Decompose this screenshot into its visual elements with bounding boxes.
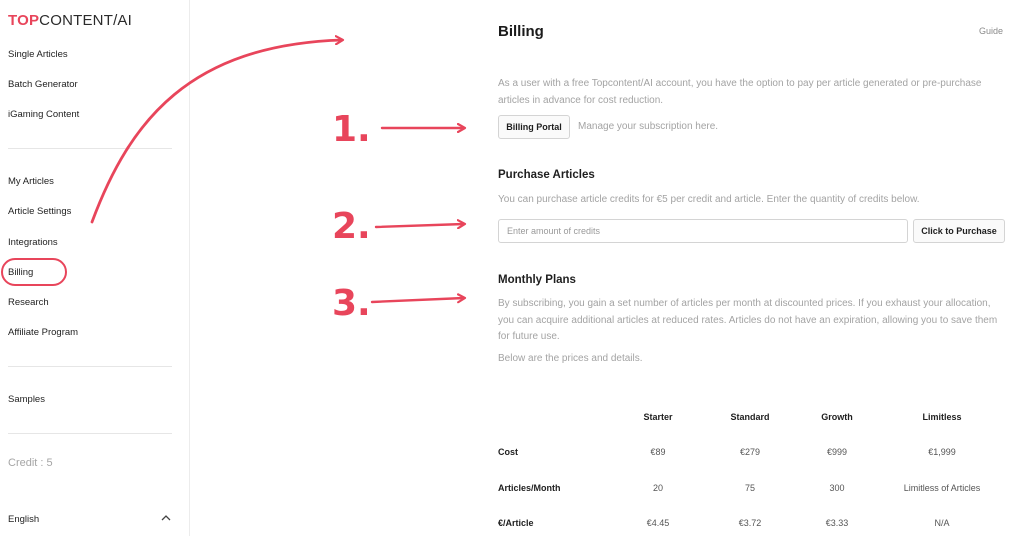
sidebar-item-my-articles[interactable]: My Articles — [8, 176, 54, 187]
sidebar-item-article-settings[interactable]: Article Settings — [8, 206, 71, 217]
sidebar-divider — [8, 366, 172, 367]
purchase-articles-title: Purchase Articles — [498, 169, 595, 181]
monthly-plans-title: Monthly Plans — [498, 274, 576, 286]
table-cell: €279 — [739, 447, 761, 457]
page-title: Billing — [498, 23, 544, 40]
sidebar-item-samples[interactable]: Samples — [8, 394, 45, 405]
table-cell: €3.33 — [825, 518, 849, 528]
arrow-step-3 — [370, 298, 464, 302]
sidebar-item-integrations[interactable]: Integrations — [8, 237, 58, 248]
billing-portal-hint: Manage your subscription here. — [578, 121, 719, 132]
plan-header-standard: Standard — [730, 412, 770, 422]
step-number-3: 3. — [332, 283, 371, 324]
table-cell: Limitless of Articles — [903, 483, 981, 493]
guide-link[interactable]: Guide — [979, 26, 1003, 36]
plan-header-growth: Growth — [821, 412, 853, 422]
purchase-articles-description: You can purchase article credits for €5 … — [498, 194, 920, 205]
table-cell: N/A — [934, 518, 950, 528]
table-cell: €4.45 — [646, 518, 670, 528]
plan-header-starter: Starter — [643, 412, 673, 422]
table-cell: €3.72 — [738, 518, 762, 528]
sidebar-divider — [8, 433, 172, 434]
credit-balance: Credit : 5 — [8, 457, 53, 469]
brand-logo[interactable]: TOPCONTENT/AI — [8, 12, 132, 29]
table-cell: €89 — [650, 447, 666, 457]
table-cell: €999 — [826, 447, 848, 457]
table-row-label: Articles/Month — [498, 483, 561, 493]
table-cell: €1,999 — [928, 447, 956, 457]
step-number-1: 1. — [332, 109, 371, 150]
sidebar-item-igaming-content[interactable]: iGaming Content — [8, 109, 79, 120]
chevron-up-icon[interactable] — [160, 512, 172, 524]
billing-intro-text: As a user with a free Topcontent/AI acco… — [498, 78, 982, 106]
table-row-label: €/Article — [498, 518, 534, 528]
sidebar-item-affiliate-program[interactable]: Affiliate Program — [8, 327, 78, 338]
monthly-plans-description: By subscribing, you gain a set number of… — [498, 298, 998, 342]
table-row-label: Cost — [498, 447, 518, 457]
step-number-2: 2. — [332, 206, 371, 247]
language-selector[interactable]: English — [8, 514, 39, 525]
table-cell: 75 — [744, 483, 755, 493]
plan-header-limitless: Limitless — [922, 412, 962, 422]
credits-amount-input[interactable] — [498, 219, 908, 243]
table-cell: 300 — [829, 483, 845, 493]
arrow-step-2 — [374, 224, 464, 227]
monthly-plans-note: Below are the prices and details. — [498, 353, 643, 364]
sidebar-item-single-articles[interactable]: Single Articles — [8, 49, 68, 60]
sidebar-item-research[interactable]: Research — [8, 297, 49, 308]
table-cell: 20 — [652, 483, 663, 493]
billing-highlight-circle — [1, 258, 67, 286]
sidebar-item-batch-generator[interactable]: Batch Generator — [8, 79, 78, 90]
sidebar-divider — [8, 148, 172, 149]
billing-portal-button[interactable]: Billing Portal — [498, 115, 570, 139]
logo-rest: CONTENT/AI — [39, 12, 133, 29]
logo-top: TOP — [8, 12, 40, 29]
click-to-purchase-button[interactable]: Click to Purchase — [913, 219, 1005, 243]
